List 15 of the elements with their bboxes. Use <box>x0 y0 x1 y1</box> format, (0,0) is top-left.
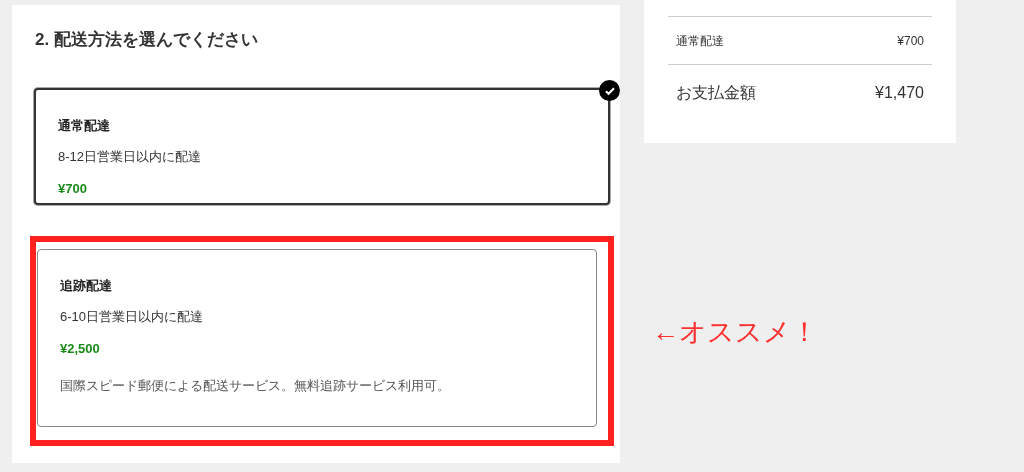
total-label: お支払金額 <box>676 82 756 103</box>
summary-label: 通常配達 <box>676 32 724 50</box>
annotation-text: ←オススメ！ <box>652 316 818 349</box>
delivery-time: 8-12日営業日以内に配達 <box>58 148 203 166</box>
total-value: ¥1,470 <box>875 82 924 103</box>
option-name: 通常配達 <box>58 117 111 135</box>
delivery-time: 6-10日営業日以内に配達 <box>60 308 205 326</box>
section-title: 2. 配送方法を選んでください <box>35 29 259 51</box>
option-description: 国際スピード郵便による配送サービス。無料追跡サービス利用可。 <box>60 377 451 395</box>
shipping-option-card[interactable]: 通常配達 8-12日営業日以内に配達 ¥700 <box>34 88 610 205</box>
shipping-option-card[interactable]: 追跡配達 6-10日営業日以内に配達 ¥2,500 国際スピード郵便による配送サービス。無料追跡サービス利用可。 <box>37 249 597 427</box>
summary-value: ¥700 <box>897 32 924 50</box>
option-price: ¥2,500 <box>60 340 101 358</box>
option-name: 追跡配達 <box>60 277 113 295</box>
option-price: ¥700 <box>58 180 88 198</box>
